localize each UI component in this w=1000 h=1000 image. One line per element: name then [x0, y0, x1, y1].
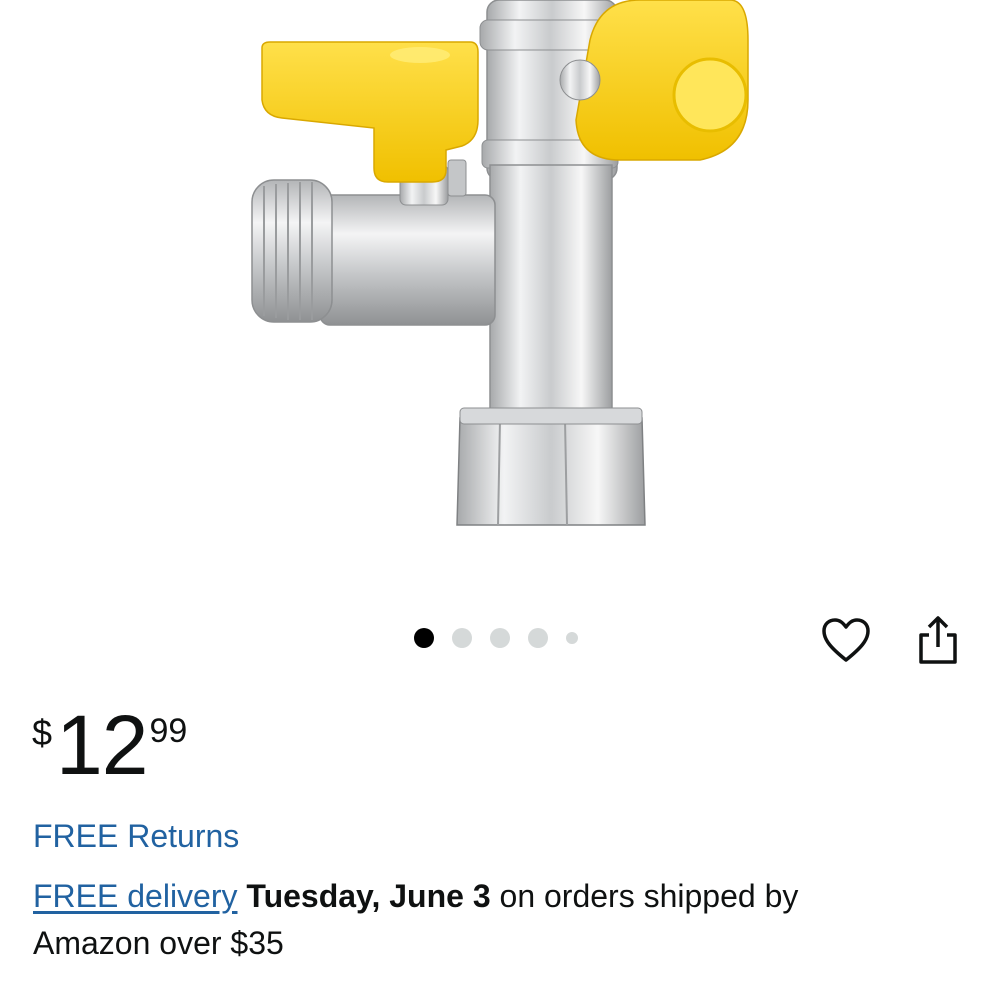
price-currency-symbol: $: [32, 712, 53, 753]
free-delivery-link[interactable]: FREE delivery: [33, 878, 238, 914]
price-fraction: 99: [149, 712, 188, 750]
share-icon: [919, 616, 957, 664]
carousel-dot-2[interactable]: [452, 628, 472, 648]
carousel-dot-4[interactable]: [528, 628, 548, 648]
free-returns-link[interactable]: FREE Returns: [33, 818, 239, 855]
delivery-date: Tuesday, June 3: [246, 878, 491, 914]
heart-outline-icon: [822, 618, 870, 662]
share-button[interactable]: [910, 610, 966, 670]
delivery-info: FREE delivery Tuesday, June 3 on orders …: [33, 873, 953, 967]
delivery-condition-continued: Amazon over $35: [33, 925, 284, 961]
price: $ 12 99: [32, 700, 187, 790]
price-whole: 12: [56, 698, 148, 792]
wishlist-button[interactable]: [818, 613, 874, 669]
carousel-dot-1[interactable]: [414, 628, 434, 648]
product-image[interactable]: [200, 0, 800, 580]
carousel-dot-3[interactable]: [490, 628, 510, 648]
image-carousel-dots[interactable]: [414, 628, 578, 648]
delivery-condition: on orders shipped by: [499, 878, 799, 914]
carousel-dot-5[interactable]: [566, 632, 578, 644]
angle-valve-tee-image: [251, 0, 749, 526]
